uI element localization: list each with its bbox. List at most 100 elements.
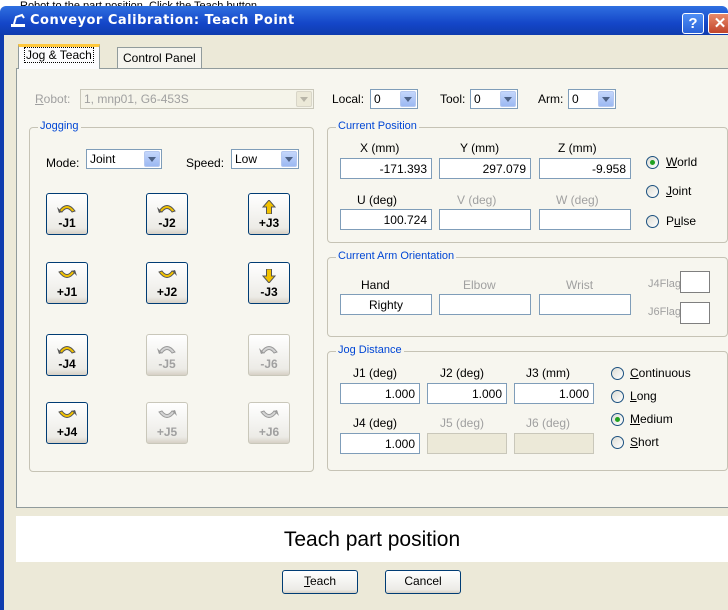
current-position-title: Current Position [336, 120, 419, 132]
j4-distance-label: J4 (deg) [353, 416, 398, 430]
world-radio[interactable] [646, 156, 659, 169]
u-value-field[interactable]: 100.724 [340, 209, 432, 230]
rotate-ccw-icon [259, 346, 278, 354]
rotate-cw-icon [158, 270, 177, 278]
jog-plus-j2-button[interactable]: +J2 [146, 262, 188, 304]
y-value-field[interactable]: 297.079 [439, 158, 531, 179]
long-radio[interactable] [611, 390, 624, 403]
rotate-cw-icon [58, 410, 77, 418]
jog-minus-j6-button[interactable]: -J6 [248, 334, 290, 376]
chevron-down-icon [281, 151, 297, 167]
j4flag-box[interactable] [680, 271, 710, 293]
y-label: Y (mm) [460, 141, 500, 155]
medium-radio[interactable] [611, 413, 624, 426]
j3-distance-field[interactable]: 1.000 [514, 383, 594, 404]
jog-distance-title: Jog Distance [336, 344, 404, 356]
continuous-radio[interactable] [611, 367, 624, 380]
mode-label: Mode: [46, 156, 80, 170]
speed-label: Speed: [186, 156, 225, 170]
z-label: Z (mm) [558, 141, 597, 155]
rotate-cw-icon [58, 270, 77, 278]
rotate-ccw-icon [157, 346, 176, 354]
j4flag-label: J4Flag [648, 278, 682, 290]
arrow-up-icon [261, 200, 277, 214]
x-label: X (mm) [360, 141, 400, 155]
short-label: Short [630, 435, 659, 449]
w-value-field[interactable] [539, 209, 631, 230]
robot-label: Robot: [35, 92, 71, 106]
x-value-field[interactable]: -171.393 [340, 158, 432, 179]
j2-distance-label: J2 (deg) [440, 366, 485, 380]
pulse-label: Pulse [666, 214, 697, 228]
rotate-ccw-icon [57, 205, 76, 213]
wrist-label: Wrist [566, 278, 594, 292]
j2-distance-field[interactable]: 1.000 [427, 383, 507, 404]
j3-distance-label: J3 (mm) [526, 366, 570, 380]
jogging-title: Jogging [38, 120, 81, 132]
jog-plus-j3-button[interactable]: +J3 [248, 193, 290, 235]
rotate-cw-icon [158, 410, 177, 418]
long-label: Long [630, 389, 657, 403]
tab-jog-teach[interactable]: Jog & Teach [18, 44, 100, 69]
pulse-radio[interactable] [646, 215, 659, 228]
chevron-down-icon [144, 151, 160, 167]
teach-button[interactable]: Teach [282, 570, 358, 594]
joint-label: Joint [666, 184, 692, 198]
local-select[interactable]: 0 [370, 89, 418, 109]
short-radio[interactable] [611, 436, 624, 449]
j6-distance-label: J6 (deg) [526, 416, 571, 430]
robot-arm-icon [11, 13, 25, 27]
chevron-down-icon [296, 91, 312, 107]
elbow-value-field[interactable] [439, 294, 531, 315]
help-button[interactable]: ? [682, 13, 704, 34]
hand-label: Hand [361, 278, 390, 292]
robot-select[interactable]: 1, mnp01, G6-453S [80, 89, 314, 109]
v-value-field[interactable] [439, 209, 531, 230]
rotate-ccw-icon [157, 205, 176, 213]
j5-distance-field[interactable] [427, 433, 507, 454]
jog-plus-j1-button[interactable]: +J1 [46, 262, 88, 304]
j1-distance-field[interactable]: 1.000 [340, 383, 420, 404]
cancel-button[interactable]: Cancel [385, 570, 461, 594]
window-title: Conveyor Calibration: Teach Point [30, 13, 295, 28]
chevron-down-icon [500, 91, 516, 107]
jog-minus-j3-button[interactable]: -J3 [248, 262, 290, 304]
chevron-down-icon [598, 91, 614, 107]
j6-distance-field[interactable] [514, 433, 594, 454]
chevron-down-icon [400, 91, 416, 107]
wrist-value-field[interactable] [539, 294, 631, 315]
close-button[interactable]: ✕ [708, 13, 728, 34]
rotate-cw-icon [260, 410, 279, 418]
jog-minus-j2-button[interactable]: -J2 [146, 193, 188, 235]
j6flag-box[interactable] [680, 302, 710, 324]
medium-label: Medium [630, 412, 673, 426]
arm-select[interactable]: 0 [568, 89, 616, 109]
z-value-field[interactable]: -9.958 [539, 158, 631, 179]
tool-select[interactable]: 0 [470, 89, 518, 109]
j4-distance-field[interactable]: 1.000 [340, 433, 420, 454]
title-bar: Conveyor Calibration: Teach Point ? ✕ [0, 6, 728, 35]
arm-label: Arm: [538, 92, 564, 106]
speed-select[interactable]: Low [231, 149, 299, 169]
jog-plus-j4-button[interactable]: +J4 [46, 402, 88, 444]
jog-plus-j5-button[interactable]: +J5 [146, 402, 188, 444]
continuous-label: Continuous [630, 366, 691, 380]
arrow-down-icon [261, 269, 277, 283]
tool-label: Tool: [440, 92, 466, 106]
elbow-label: Elbow [463, 278, 496, 292]
joint-radio[interactable] [646, 185, 659, 198]
w-label: W (deg) [556, 193, 599, 207]
jog-minus-j5-button[interactable]: -J5 [146, 334, 188, 376]
jog-plus-j6-button[interactable]: +J6 [248, 402, 290, 444]
j5-distance-label: J5 (deg) [440, 416, 485, 430]
tab-control-panel[interactable]: Control Panel [117, 47, 202, 68]
v-label: V (deg) [457, 193, 497, 207]
jog-minus-j4-button[interactable]: -J4 [46, 334, 88, 376]
j6flag-label: J6Flag [648, 306, 682, 318]
world-label: World [666, 155, 698, 169]
u-label: U (deg) [357, 193, 398, 207]
jog-minus-j1-button[interactable]: -J1 [46, 193, 88, 235]
mode-select[interactable]: Joint [86, 149, 162, 169]
hand-value-field[interactable]: Righty [340, 294, 432, 315]
status-message: Teach part position [16, 516, 728, 562]
